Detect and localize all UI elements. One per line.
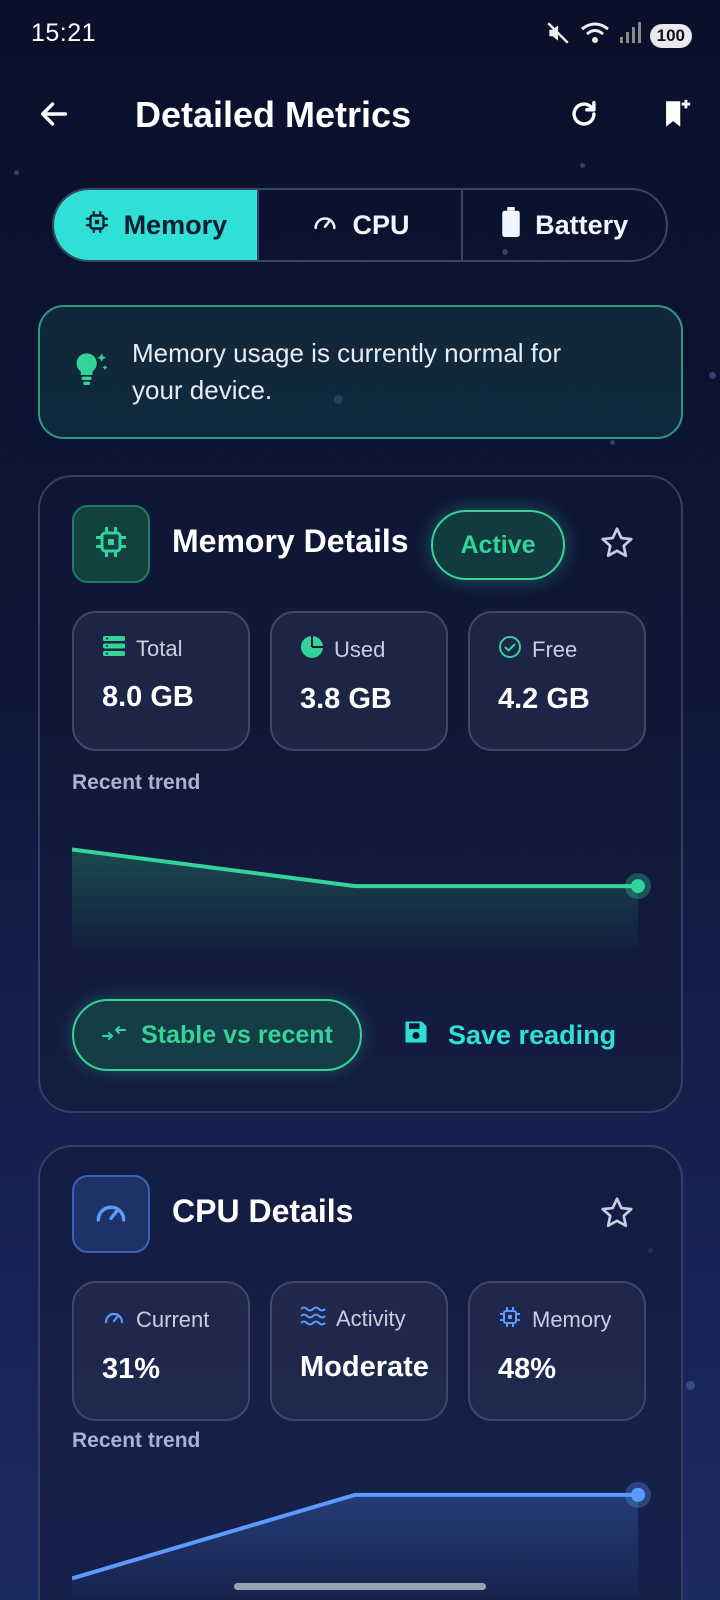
stat-current-value: 31% — [102, 1353, 161, 1385]
signal-icon — [619, 21, 641, 50]
stat-activity: Activity Moderate — [270, 1281, 448, 1421]
cpu-card-icon — [72, 1175, 150, 1253]
save-reading-label: Save reading — [448, 1019, 617, 1050]
speedometer-icon — [311, 208, 339, 243]
tab-memory[interactable]: Memory — [54, 190, 257, 260]
trend-point — [631, 1487, 645, 1502]
star-icon — [599, 525, 635, 566]
stat-free-value: 4.2 GB — [498, 683, 590, 715]
memory-card-icon — [72, 505, 150, 583]
memory-trend-chart — [72, 847, 651, 947]
stat-memory-value: 48% — [498, 1353, 557, 1385]
status-badge: Active — [431, 510, 565, 580]
tab-memory-label: Memory — [123, 209, 228, 240]
stat-current: Current 31% — [72, 1281, 250, 1421]
battery-indicator: 100 — [649, 23, 692, 48]
stat-total-value: 8.0 GB — [102, 681, 194, 713]
stat-used: Used 3.8 GB — [270, 611, 448, 751]
refresh-icon — [567, 97, 601, 136]
battery-icon — [501, 206, 521, 244]
cpu-stats: Current 31% Activity Moderate Memory 48% — [72, 1281, 646, 1421]
stat-free: Free 4.2 GB — [468, 611, 646, 751]
stat-memory-label: Memory — [532, 1307, 612, 1332]
favorite-button[interactable] — [589, 517, 645, 573]
trend-area — [72, 1494, 638, 1597]
trend-area — [72, 849, 638, 947]
info-banner-text: Memory usage is currently normal for you… — [132, 338, 562, 405]
cpu-trend-label: Recent trend — [72, 1429, 201, 1452]
refresh-button[interactable] — [560, 92, 608, 140]
favorite-button[interactable] — [589, 1187, 645, 1243]
save-icon — [402, 1018, 430, 1053]
stat-total-label: Total — [136, 636, 183, 661]
status-icons: 100 — [545, 20, 692, 51]
status-bar: 15:21 100 — [0, 0, 720, 68]
cpu-card-title: CPU Details — [172, 1193, 354, 1229]
arrow-left-icon — [37, 97, 71, 136]
speedometer-icon — [102, 1305, 126, 1335]
memory-details-card: Memory Details Active Total 8.0 GB Used … — [38, 475, 683, 1113]
pie-icon — [300, 635, 324, 665]
mute-icon — [545, 20, 571, 51]
stat-free-label: Free — [532, 637, 578, 662]
check-circle-icon — [498, 635, 522, 665]
status-time: 15:21 — [31, 19, 97, 47]
bookmark-add-icon — [659, 97, 693, 136]
memory-stats: Total 8.0 GB Used 3.8 GB Free 4.2 GB — [72, 611, 646, 751]
stat-activity-label: Activity — [336, 1306, 406, 1331]
page-title: Detailed Metrics — [135, 94, 412, 135]
stat-used-value: 3.8 GB — [300, 683, 392, 715]
home-indicator[interactable] — [234, 1583, 486, 1590]
bookmark-add-button[interactable] — [652, 92, 700, 140]
stable-vs-recent-button[interactable]: Stable vs recent — [72, 999, 362, 1071]
stat-activity-value: Moderate — [300, 1351, 429, 1383]
info-banner: Memory usage is currently normal for you… — [38, 305, 683, 439]
stat-total: Total 8.0 GB — [72, 611, 250, 751]
memory-trend-label: Recent trend — [72, 771, 201, 794]
stat-used-label: Used — [334, 637, 386, 662]
stat-current-label: Current — [136, 1307, 210, 1332]
stat-memory: Memory 48% — [468, 1281, 646, 1421]
chip-icon — [84, 209, 110, 242]
waves-icon — [300, 1305, 326, 1333]
cpu-details-card: CPU Details Current 31% Activity Moderat… — [38, 1145, 683, 1600]
app-bar: Detailed Metrics — [0, 80, 720, 152]
speedometer-icon — [92, 1193, 130, 1236]
trend-point — [631, 879, 645, 894]
save-reading-button[interactable]: Save reading — [402, 999, 616, 1071]
chip-icon — [93, 524, 129, 565]
stable-vs-recent-label: Stable vs recent — [141, 1020, 333, 1049]
tab-cpu[interactable]: CPU — [256, 190, 462, 260]
memory-card-title: Memory Details — [172, 523, 409, 559]
chip-icon — [498, 1305, 522, 1335]
metric-tabs: Memory CPU Battery — [52, 188, 668, 262]
back-button[interactable] — [30, 92, 78, 140]
storage-icon — [102, 635, 126, 663]
tab-battery[interactable]: Battery — [461, 190, 666, 260]
cpu-trend-chart — [72, 1481, 651, 1597]
lightbulb-icon — [70, 350, 110, 395]
tab-cpu-label: CPU — [352, 209, 410, 240]
tab-battery-label: Battery — [535, 209, 629, 240]
compare-arrows-icon — [101, 1021, 127, 1050]
star-icon — [599, 1195, 635, 1236]
wifi-icon — [580, 20, 610, 51]
